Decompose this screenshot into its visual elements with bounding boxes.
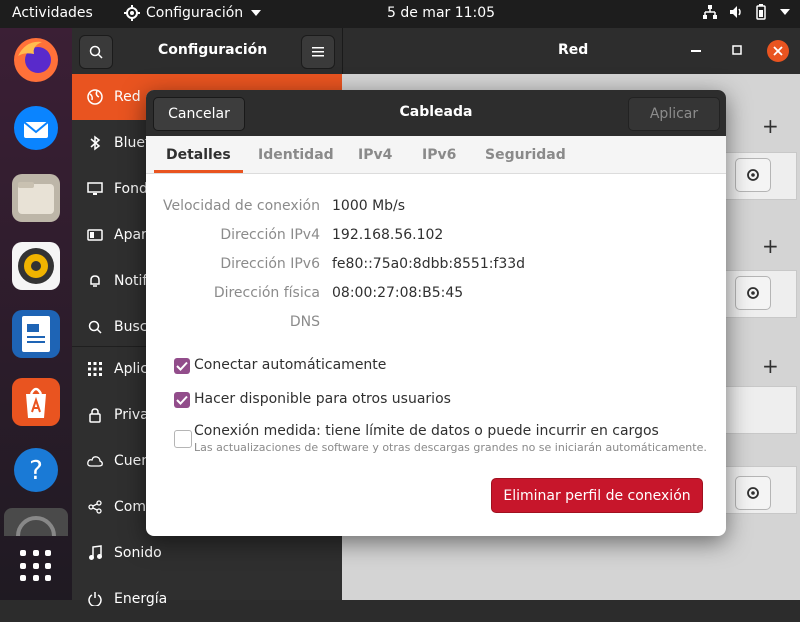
- tab-ipv6[interactable]: IPv6: [410, 136, 468, 173]
- share-users-checkbox[interactable]: [174, 392, 190, 408]
- connection-dialog: Cancelar Cableada Aplicar Detalles Ident…: [146, 90, 726, 536]
- checkmark-icon: [176, 395, 188, 405]
- panel-header: Red: [342, 28, 800, 74]
- show-applications-icon[interactable]: [20, 550, 52, 582]
- detail-row-dns: DNS: [146, 314, 726, 334]
- app-menu-label: Configuración: [146, 5, 244, 21]
- network-icon: [703, 5, 717, 19]
- gear-icon: [747, 487, 759, 499]
- network-card: [725, 386, 797, 434]
- close-button[interactable]: [767, 40, 789, 62]
- apply-button[interactable]: Aplicar: [628, 97, 720, 131]
- add-icon[interactable]: +: [762, 234, 779, 258]
- search-icon: [89, 45, 103, 59]
- menu-button[interactable]: [301, 35, 335, 69]
- dialog-header: Cancelar Cableada Aplicar: [146, 90, 726, 136]
- close-icon: [773, 46, 783, 56]
- settings-button[interactable]: [735, 476, 771, 510]
- detail-value: fe80::75a0:8dbb:8551:f33d: [332, 256, 526, 272]
- battery-icon: [756, 4, 766, 20]
- detail-value: 08:00:27:08:B5:45: [332, 285, 464, 301]
- globe-icon: [86, 88, 104, 106]
- detail-label: DNS: [289, 314, 320, 330]
- autoconnect-label[interactable]: Conectar automáticamente: [194, 357, 386, 373]
- power-icon: [86, 590, 104, 608]
- writer-icon[interactable]: [12, 310, 60, 358]
- rhythmbox-icon[interactable]: [12, 242, 60, 290]
- detail-value: 1000 Mb/s: [332, 198, 406, 214]
- sidebar-item-energia[interactable]: Energía: [72, 576, 342, 622]
- top-bar: Actividades Configuración 5 de mar 11:05: [0, 0, 800, 28]
- metered-description: Las actualizaciones de software y otras …: [194, 441, 707, 454]
- metered-checkbox[interactable]: [174, 430, 192, 448]
- add-icon[interactable]: +: [762, 114, 779, 138]
- hamburger-icon: [312, 47, 324, 57]
- bell-icon: [86, 272, 104, 290]
- tab-seguridad[interactable]: Seguridad: [473, 136, 578, 173]
- delete-profile-button[interactable]: Eliminar perfil de conexión: [491, 478, 703, 513]
- dock: ?: [0, 28, 72, 600]
- sidebar-item-label: Red: [114, 89, 141, 105]
- sidebar-header: Configuración: [72, 28, 342, 74]
- share-icon: [86, 498, 104, 516]
- gear-icon: [747, 287, 759, 299]
- system-tray[interactable]: [702, 4, 790, 20]
- lock-icon: [86, 406, 104, 424]
- activities-button[interactable]: Actividades: [12, 5, 93, 21]
- clock[interactable]: 5 de mar 11:05: [387, 5, 495, 21]
- app-menu[interactable]: Configuración: [124, 5, 262, 21]
- detail-label: Velocidad de conexión: [162, 198, 320, 214]
- bluetooth-icon: [86, 134, 104, 152]
- monitor-icon: [86, 180, 104, 198]
- panel-title: Red: [558, 42, 589, 58]
- music-note-icon: [86, 544, 104, 562]
- firefox-icon[interactable]: [12, 36, 60, 84]
- share-users-label[interactable]: Hacer disponible para otros usuarios: [194, 391, 451, 407]
- settings-dock-icon[interactable]: [4, 508, 68, 537]
- detail-row-ipv6: Dirección IPv6 fe80::75a0:8dbb:8551:f33d: [146, 256, 726, 276]
- apps-icon: [86, 360, 104, 378]
- appearance-icon: [86, 226, 104, 244]
- search-icon: [86, 318, 104, 336]
- tab-detalles[interactable]: Detalles: [154, 136, 243, 173]
- maximize-icon[interactable]: [732, 45, 742, 55]
- tab-ipv4[interactable]: IPv4: [346, 136, 404, 173]
- search-button[interactable]: [79, 35, 113, 69]
- sidebar-item-sonido[interactable]: Sonido: [72, 530, 342, 576]
- tab-bar: Detalles Identidad IPv4 IPv6 Seguridad: [146, 136, 726, 174]
- chevron-down-icon: [780, 9, 790, 15]
- checkmark-icon: [176, 361, 188, 371]
- detail-row-mac: Dirección física 08:00:27:08:B5:45: [146, 285, 726, 305]
- detail-label: Dirección IPv4: [220, 227, 320, 243]
- detail-label: Dirección IPv6: [220, 256, 320, 272]
- gear-icon: [124, 5, 140, 21]
- autoconnect-checkbox[interactable]: [174, 358, 190, 374]
- tab-identidad[interactable]: Identidad: [246, 136, 346, 173]
- help-icon[interactable]: ?: [12, 446, 60, 494]
- sidebar-item-label: Energía: [114, 591, 168, 607]
- detail-label: Dirección física: [213, 285, 320, 301]
- detail-row-speed: Velocidad de conexión 1000 Mb/s: [146, 198, 726, 218]
- files-icon[interactable]: [12, 174, 60, 222]
- metered-label[interactable]: Conexión medida: tiene límite de datos o…: [194, 423, 659, 439]
- thunderbird-icon[interactable]: [12, 104, 60, 152]
- detail-value: 192.168.56.102: [332, 227, 444, 243]
- add-icon[interactable]: +: [762, 354, 779, 378]
- sidebar-item-label: Sonido: [114, 545, 162, 561]
- minimize-icon[interactable]: [691, 50, 701, 52]
- chevron-down-icon: [251, 10, 262, 16]
- settings-title: Configuración: [158, 42, 268, 58]
- settings-button[interactable]: [735, 276, 771, 310]
- svg-text:?: ?: [29, 456, 43, 486]
- cloud-icon: [86, 452, 104, 470]
- gear-icon: [747, 169, 759, 181]
- volume-icon: [730, 6, 741, 18]
- detail-row-ipv4: Dirección IPv4 192.168.56.102: [146, 227, 726, 247]
- settings-button[interactable]: [735, 158, 771, 192]
- software-icon[interactable]: [12, 378, 60, 426]
